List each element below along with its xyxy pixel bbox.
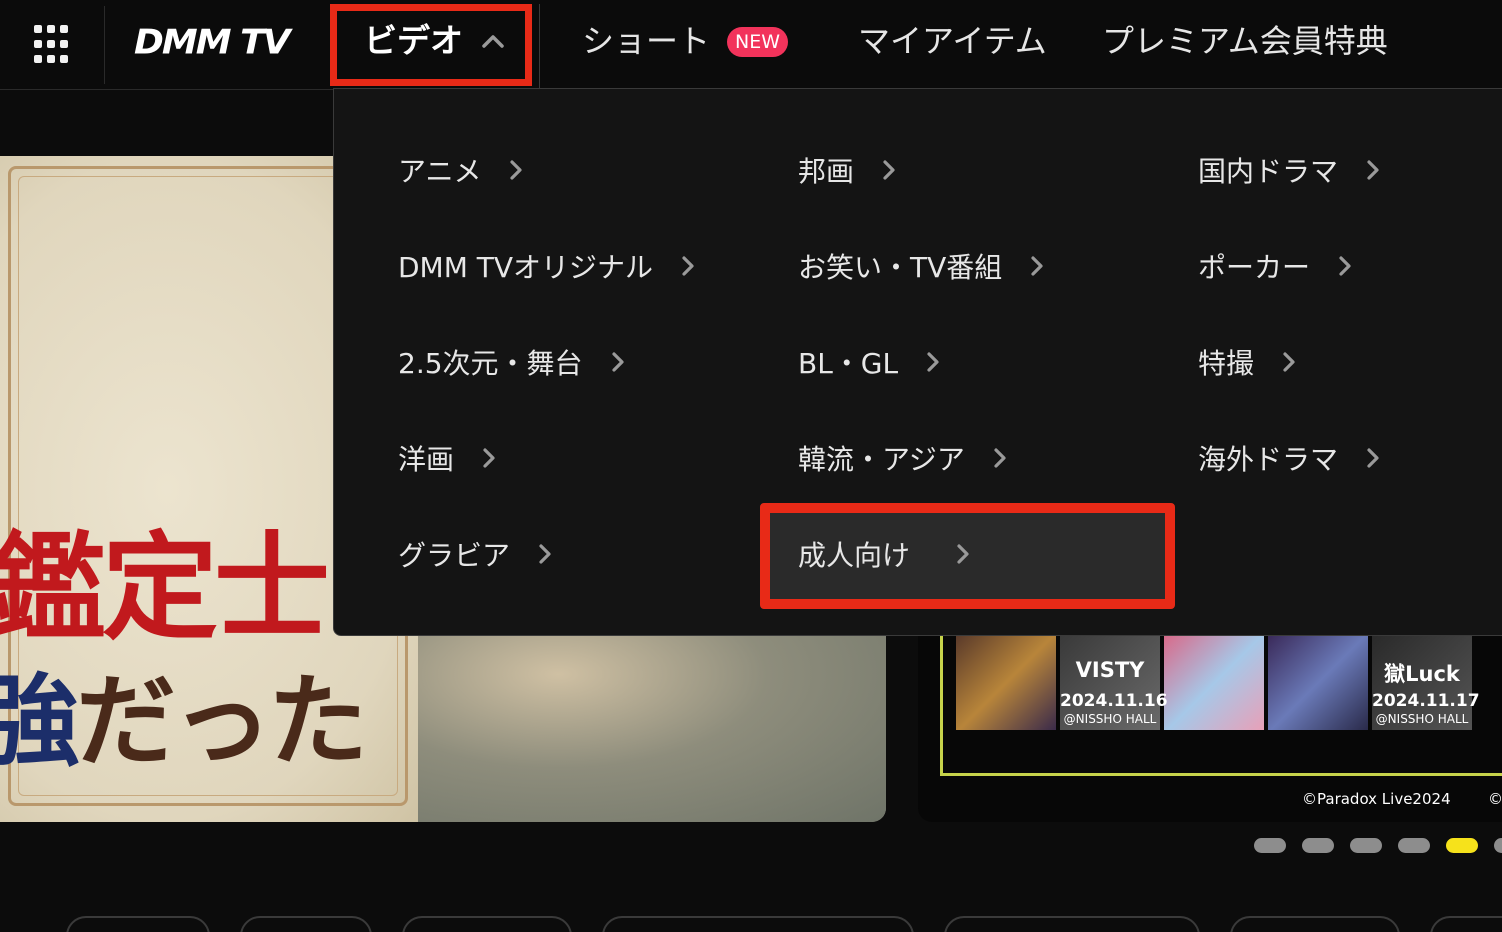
menu-item-stage[interactable]: 2.5次元・舞台 bbox=[398, 340, 629, 384]
menu-item-gravure[interactable]: グラビア bbox=[398, 532, 556, 576]
chevron-right-icon bbox=[994, 448, 1006, 468]
poster-visty-title: VISTY bbox=[1075, 658, 1145, 682]
carousel-dot-active[interactable] bbox=[1446, 838, 1478, 853]
carousel-dot[interactable] bbox=[1254, 838, 1286, 853]
dmm-tv-logo[interactable]: DMM TV bbox=[134, 23, 290, 62]
category-pill[interactable] bbox=[402, 916, 572, 932]
chevron-right-icon bbox=[510, 160, 523, 180]
poster-gokuluck-date: 2024.11.17 bbox=[1372, 691, 1480, 711]
menu-item-domestic-drama[interactable]: 国内ドラマ bbox=[1198, 148, 1384, 192]
top-header: DMM TV ビデオ ショート NEW マイアイテム プレミアム会員特典 bbox=[0, 0, 1502, 90]
menu-item-label: 特撮 bbox=[1198, 347, 1255, 380]
menu-item-anime[interactable]: アニメ bbox=[398, 148, 527, 192]
category-pill[interactable] bbox=[1230, 916, 1400, 932]
chevron-right-icon bbox=[682, 256, 694, 276]
poster-visty-date: 2024.11.16 bbox=[1060, 691, 1168, 711]
carousel-dot[interactable] bbox=[1494, 838, 1502, 853]
poster-art-1 bbox=[956, 636, 1056, 730]
chevron-right-icon bbox=[883, 160, 895, 180]
banner-title-line2: 強だった bbox=[0, 661, 368, 781]
nav-short[interactable]: ショート bbox=[582, 18, 710, 64]
menu-item-poker[interactable]: ポーカー bbox=[1198, 244, 1356, 288]
copyright-text-2: © bbox=[1488, 790, 1502, 808]
page: 鑑定士 強だった VISTY 2024.11.16 @NISSHO HALL 獄… bbox=[0, 0, 1502, 932]
category-pill[interactable] bbox=[602, 916, 914, 932]
menu-item-label: ポーカー bbox=[1198, 251, 1311, 284]
menu-item-dmm-original[interactable]: DMM TVオリジナル bbox=[398, 244, 699, 288]
chevron-right-icon bbox=[1367, 160, 1379, 180]
poster-visty: VISTY 2024.11.16 @NISSHO HALL bbox=[1060, 636, 1168, 730]
category-pill[interactable] bbox=[240, 916, 372, 932]
menu-item-label: BL・GL bbox=[798, 347, 899, 380]
poster-art-3 bbox=[1164, 636, 1264, 730]
menu-item-foreign-drama[interactable]: 海外ドラマ bbox=[1198, 436, 1384, 480]
menu-item-label: グラビア bbox=[398, 539, 511, 572]
chevron-up-icon[interactable] bbox=[480, 28, 506, 54]
category-pill[interactable] bbox=[66, 916, 210, 932]
menu-item-label: 国内ドラマ bbox=[1198, 155, 1339, 188]
menu-item-tokusatsu[interactable]: 特撮 bbox=[1198, 340, 1300, 384]
menu-item-label: 海外ドラマ bbox=[1198, 443, 1339, 476]
category-pill[interactable] bbox=[1430, 916, 1502, 932]
banner-title-line2-b: だった bbox=[76, 662, 368, 780]
chevron-right-icon bbox=[611, 352, 624, 372]
menu-item-label: 2.5次元・舞台 bbox=[398, 347, 583, 380]
category-pills bbox=[0, 916, 1502, 932]
copyright-text: ©Paradox Live2024 bbox=[1302, 790, 1451, 808]
menu-item-bl-gl[interactable]: BL・GL bbox=[798, 340, 944, 384]
hero-banner-right[interactable]: VISTY 2024.11.16 @NISSHO HALL 獄Luck 2024… bbox=[918, 630, 1502, 822]
new-badge: NEW bbox=[727, 27, 788, 57]
carousel-dot[interactable] bbox=[1302, 838, 1334, 853]
chevron-right-icon bbox=[1339, 256, 1351, 276]
poster-visty-venue: @NISSHO HALL bbox=[1063, 712, 1157, 726]
chevron-right-icon bbox=[1031, 256, 1043, 276]
chevron-right-icon bbox=[483, 448, 495, 468]
menu-item-label: 邦画 bbox=[798, 155, 855, 188]
poster-gokuluck-title: 獄Luck bbox=[1384, 662, 1460, 686]
menu-item-label: DMM TVオリジナル bbox=[398, 251, 654, 284]
menu-item-korean-asian[interactable]: 韓流・アジア bbox=[798, 436, 1011, 480]
nav-video[interactable]: ビデオ bbox=[364, 16, 463, 66]
apps-grid-icon[interactable] bbox=[34, 25, 76, 65]
poster-strip: VISTY 2024.11.16 @NISSHO HALL 獄Luck 2024… bbox=[956, 636, 1502, 730]
chevron-right-icon bbox=[539, 544, 551, 564]
menu-item-label: 洋画 bbox=[398, 443, 455, 476]
menu-item-label: 韓流・アジア bbox=[798, 443, 965, 476]
carousel-dots bbox=[1254, 838, 1502, 854]
menu-item-japanese-movies[interactable]: 邦画 bbox=[798, 148, 900, 192]
category-pill[interactable] bbox=[944, 916, 1200, 932]
poster-gokuluck-venue: @NISSHO HALL bbox=[1375, 712, 1469, 726]
header-divider bbox=[104, 6, 105, 84]
carousel-dot[interactable] bbox=[1398, 838, 1430, 853]
nav-video-tab-edge bbox=[532, 4, 540, 90]
chevron-right-icon bbox=[1283, 352, 1295, 372]
nav-premium-benefits[interactable]: プレミアム会員特典 bbox=[1102, 18, 1388, 64]
chevron-right-icon bbox=[927, 352, 939, 372]
menu-item-comedy-tv[interactable]: お笑い・TV番組 bbox=[798, 244, 1048, 288]
carousel-dot[interactable] bbox=[1350, 838, 1382, 853]
menu-item-label: お笑い・TV番組 bbox=[798, 251, 1003, 284]
poster-art-4 bbox=[1268, 636, 1368, 730]
menu-item-label: アニメ bbox=[398, 155, 482, 188]
poster-gokuluck: 獄Luck 2024.11.17 @NISSHO HALL bbox=[1372, 636, 1480, 730]
banner-title-line1: 鑑定士 bbox=[0, 520, 330, 656]
chevron-right-icon bbox=[1367, 448, 1379, 468]
nav-my-items[interactable]: マイアイテム bbox=[858, 18, 1047, 64]
menu-item-adult[interactable]: 成人向け bbox=[798, 532, 974, 576]
chevron-right-icon bbox=[957, 544, 969, 564]
banner-title-line2-a: 強 bbox=[0, 662, 80, 780]
menu-item-label: 成人向け bbox=[798, 539, 911, 572]
menu-item-western-movies[interactable]: 洋画 bbox=[398, 436, 500, 480]
